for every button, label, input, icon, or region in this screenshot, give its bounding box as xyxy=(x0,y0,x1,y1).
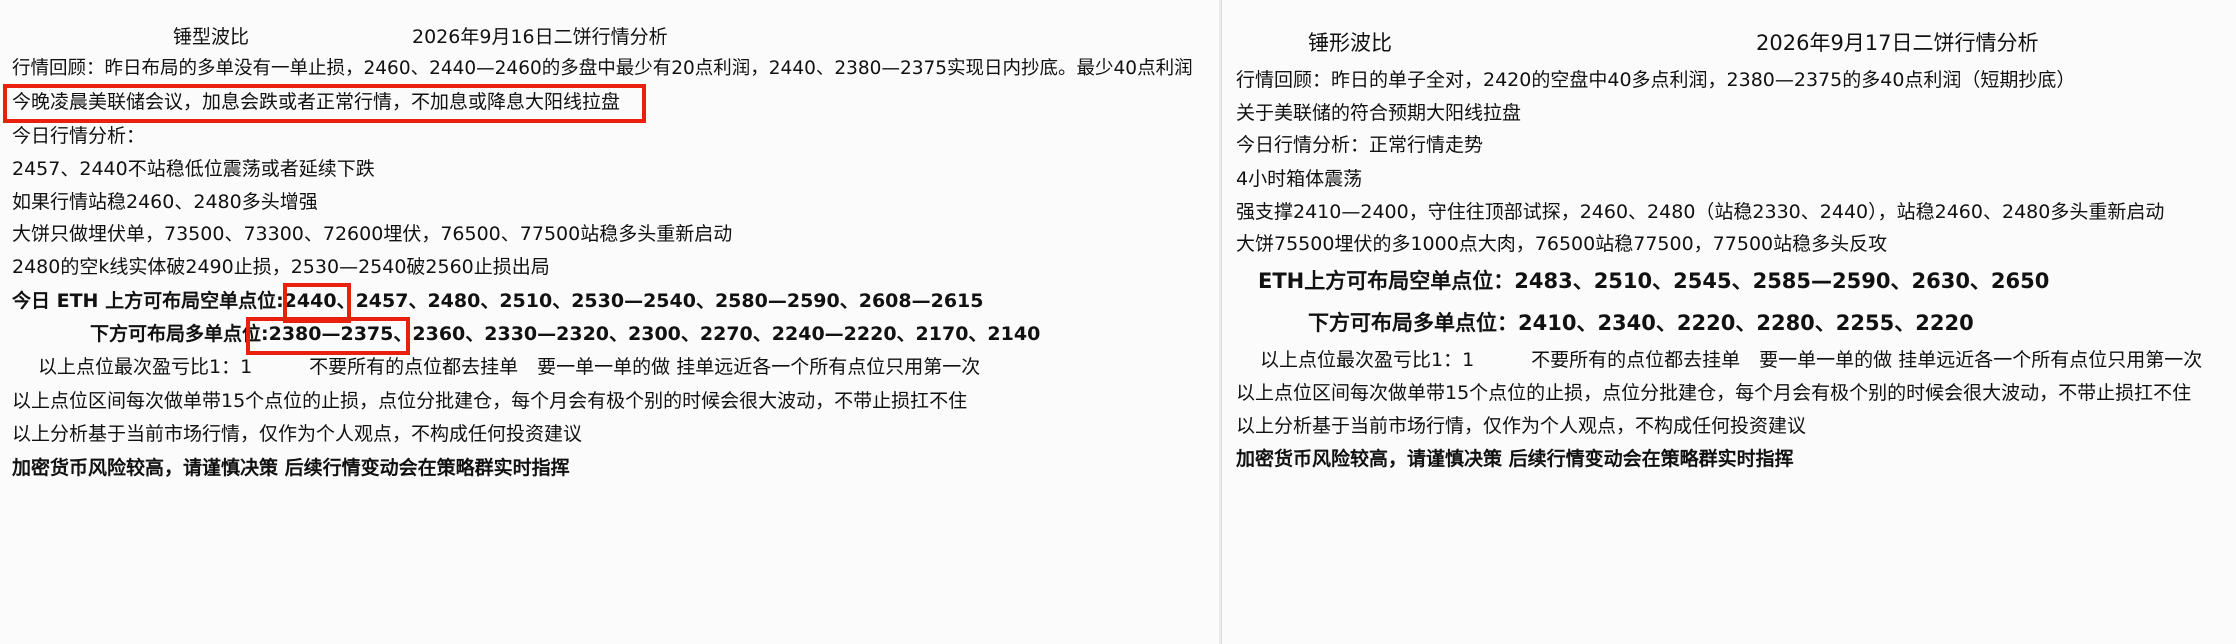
doc-right-line-1: 关于美联储的符合预期大阳线拉盘 xyxy=(1236,102,1522,124)
doc-left-risk: 加密货币风险较高，请谨慎决策 后续行情变动会在策略群实时指挥 xyxy=(12,457,570,479)
doc-right-review: 行情回顾：昨日的单子全对，2420的空盘中40多点利润，2380—2375的多4… xyxy=(1236,69,2076,91)
doc-right-long-levels: 下方可布局多单点位：2410、2340、2220、2280、2255、2220 xyxy=(1308,311,1974,335)
doc-left-ratio-line: 以上点位最次盈亏比1：1 不要所有的点位都去挂单 要一单一单的做 挂单远近各一个… xyxy=(38,356,981,378)
doc-left-short-levels: 今日 ETH 上方可布局空单点位:2440、2457、2480、2510、253… xyxy=(12,288,984,314)
doc-left-line-4: 2480的空k线实体破2490止损，2530—2540破2560止损出局 xyxy=(12,256,550,278)
doc-left-long-levels: 下方可布局多单点位:2380—2375、2360、2330—2320、2300、… xyxy=(90,321,1040,347)
doc-right-short-levels: ETH上方可布局空单点位：2483、2510、2545、2585—2590、26… xyxy=(1258,269,2050,293)
doc-left-analysis-heading: 今日行情分析： xyxy=(12,125,146,147)
short-levels-label: 今日 ETH 上方可布局空单点位: xyxy=(12,290,284,312)
document-left: 锤型波比 2026年9月16日二饼行情分析 行情回顾：昨日布局的多单没有一单止损… xyxy=(0,0,1219,644)
doc-left-line-2: 如果行情站稳2460、2480多头增强 xyxy=(12,191,318,213)
doc-left-title-name: 锤型波比 xyxy=(173,26,250,48)
doc-right-title-date: 2026年9月17日二饼行情分析 xyxy=(1756,31,2039,55)
doc-right-risk: 加密货币风险较高，请谨慎决策 后续行情变动会在策略群实时指挥 xyxy=(1236,448,1794,470)
long-levels-rest: 2360、2330—2320、2300、2270、2240—2220、2170、… xyxy=(412,323,1041,345)
highlight-box-long-level xyxy=(246,317,410,355)
doc-right-analysis: 今日行情分析：正常行情走势 xyxy=(1236,134,1484,156)
doc-left-review: 行情回顾：昨日布局的多单没有一单止损，2460、2440—2460的多盘中最少有… xyxy=(12,58,1193,79)
doc-left-disclaimer: 以上分析基于当前市场行情，仅作为个人观点，不构成任何投资建议 xyxy=(12,423,583,445)
doc-right-line-2: 4小时箱体震荡 xyxy=(1236,168,1363,190)
highlight-box-notice xyxy=(3,84,646,123)
doc-left-line-1: 2457、2440不站稳低位震荡或者延续下跌 xyxy=(12,158,375,180)
doc-left-stop-line: 以上点位区间每次做单带15个点位的止损，点位分批建仓，每个月会有极个别的时候会很… xyxy=(12,390,968,412)
doc-right-disclaimer: 以上分析基于当前市场行情，仅作为个人观点，不构成任何投资建议 xyxy=(1236,415,1807,437)
doc-right-title-name: 锤形波比 xyxy=(1308,31,1392,55)
doc-right-stop-line: 以上点位区间每次做单带15个点位的止损，点位分批建仓，每个月会有极个别的时候会很… xyxy=(1236,382,2192,404)
doc-right-line-4: 大饼75500埋伏的多1000点大肉，76500站稳77500，77500站稳多… xyxy=(1236,233,1888,255)
doc-left-line-3: 大饼只做埋伏单，73500、73300、72600埋伏，76500、77500站… xyxy=(12,223,733,245)
document-right: 锤形波比 2026年9月17日二饼行情分析 行情回顾：昨日的单子全对，2420的… xyxy=(1221,0,2236,644)
doc-right-line-3: 强支撑2410—2400，守住往顶部试探，2460、2480（站稳2330、24… xyxy=(1236,201,2165,223)
long-levels-label: 下方可布局多单点位: xyxy=(90,323,269,345)
doc-left-title-date: 2026年9月16日二饼行情分析 xyxy=(412,26,668,48)
doc-right-ratio-line: 以上点位最次盈亏比1：1 不要所有的点位都去挂单 要一单一单的做 挂单远近各一个… xyxy=(1260,349,2203,371)
short-levels-rest: 2457、2480、2510、2530—2540、2580—2590、2608—… xyxy=(355,290,984,312)
